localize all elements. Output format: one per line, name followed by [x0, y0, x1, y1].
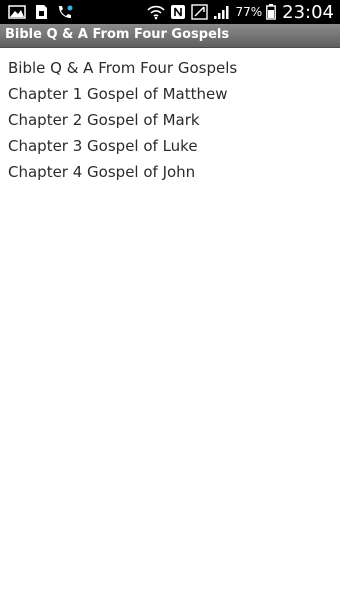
app-title-bar: Bible Q & A From Four Gospels [0, 24, 340, 48]
signal-icon [214, 6, 229, 19]
list-item-intro[interactable]: Bible Q & A From Four Gospels [0, 55, 340, 81]
chapter-list: Bible Q & A From Four Gospels Chapter 1 … [0, 55, 340, 185]
battery-icon [266, 4, 277, 20]
list-item-chapter-2[interactable]: Chapter 2 Gospel of Mark [0, 107, 340, 133]
gallery-icon [8, 5, 26, 19]
nfc-icon [171, 5, 186, 19]
sim-toolkit-icon [36, 5, 47, 19]
list-item-chapter-3[interactable]: Chapter 3 Gospel of Luke [0, 133, 340, 159]
clock: 23:04 [282, 1, 334, 23]
data-icon [191, 4, 209, 20]
system-icons: 77% 23:04 [147, 0, 334, 24]
list-item-chapter-1[interactable]: Chapter 1 Gospel of Matthew [0, 81, 340, 107]
wifi-icon [147, 5, 166, 20]
list-item-chapter-4[interactable]: Chapter 4 Gospel of John [0, 159, 340, 185]
phone-icon [59, 5, 73, 18]
battery-percentage: 77% [235, 5, 263, 19]
notification-icons [8, 4, 74, 20]
page-title: Bible Q & A From Four Gospels [5, 27, 230, 42]
status-bar: 77% 23:04 [0, 0, 340, 24]
